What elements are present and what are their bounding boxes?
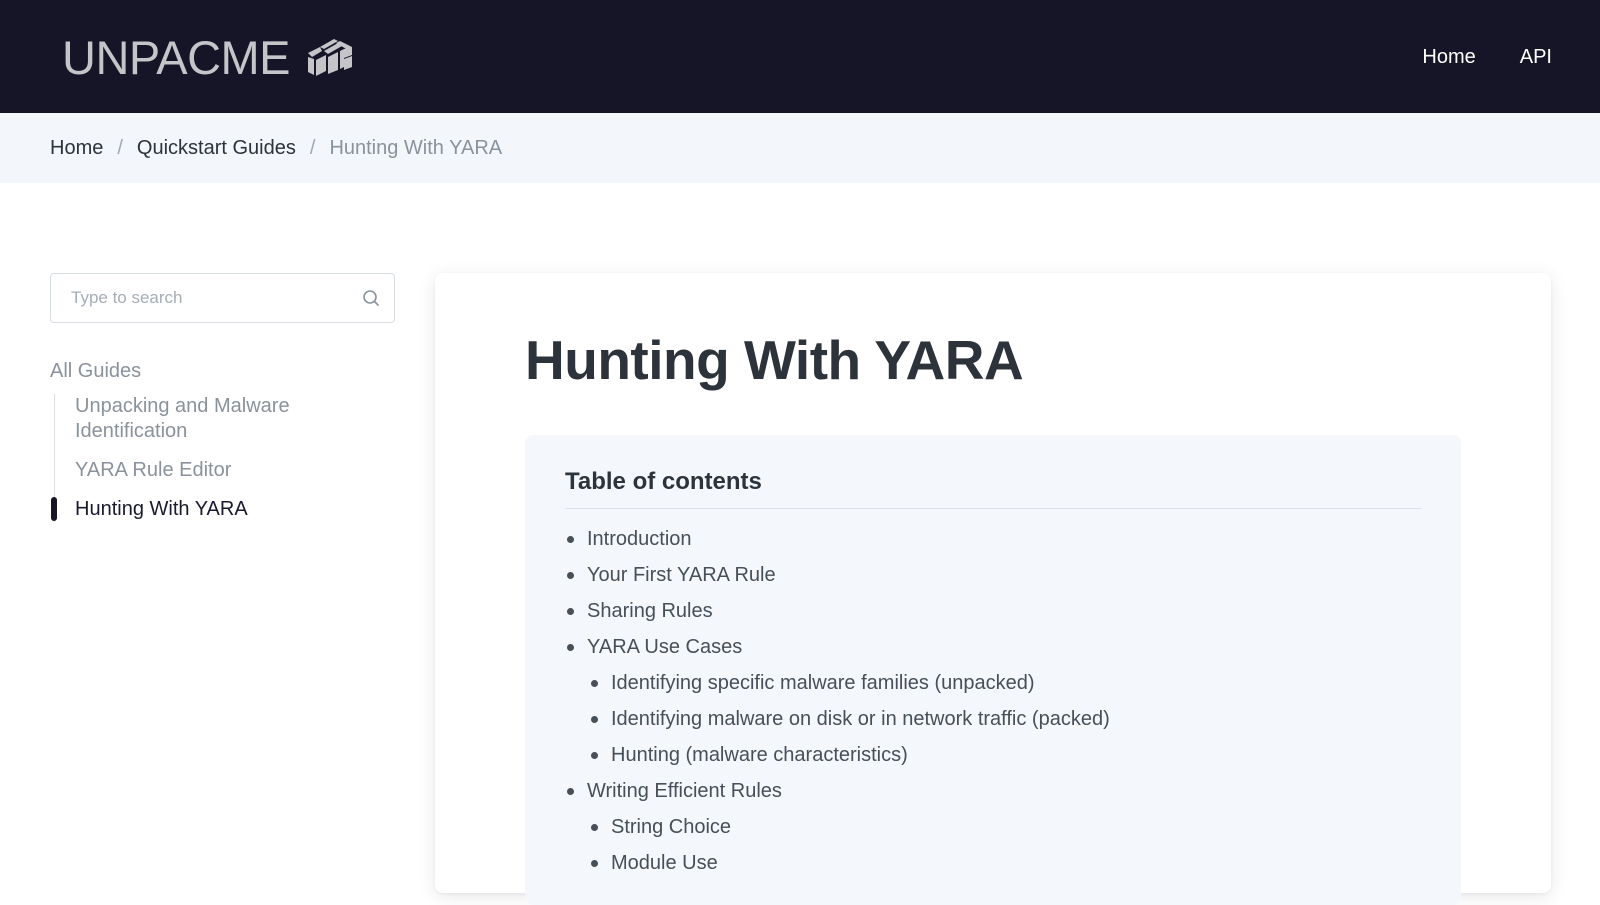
toc-link-module-use[interactable]: Module Use xyxy=(589,845,1110,881)
toc-link-introduction[interactable]: Introduction xyxy=(565,521,1110,557)
toc-list: Introduction Your First YARA Rule Sharin… xyxy=(565,521,1110,881)
page-title: Hunting With YARA xyxy=(525,329,1024,391)
top-navbar: UNPACME Home API xyxy=(0,0,1600,113)
toc-link-yara-use-cases[interactable]: YARA Use Cases Identifying specific malw… xyxy=(565,629,1110,773)
toc-sublist: String Choice Module Use xyxy=(589,809,1110,881)
sidebar-item-hunting-with-yara[interactable]: Hunting With YARA xyxy=(51,497,335,522)
table-of-contents: Table of contents Introduction Your Firs… xyxy=(525,435,1461,905)
search-input[interactable] xyxy=(51,274,351,322)
toc-heading: Table of contents xyxy=(565,468,762,495)
article-card: Hunting With YARA Table of contents Intr… xyxy=(435,273,1551,905)
toc-link-malware-families[interactable]: Identifying specific malware families (u… xyxy=(589,665,1110,701)
toc-link-label[interactable]: Writing Efficient Rules xyxy=(587,780,782,802)
brand-logo[interactable]: UNPACME xyxy=(62,30,354,86)
breadcrumb-quickstart-guides[interactable]: Quickstart Guides xyxy=(137,134,296,162)
toc-divider xyxy=(565,508,1421,509)
toc-link-label[interactable]: YARA Use Cases xyxy=(587,636,742,658)
breadcrumb-bar: Home / Quickstart Guides / Hunting With … xyxy=(0,113,1600,183)
nav-home-link[interactable]: Home xyxy=(1422,40,1475,74)
breadcrumb-separator: / xyxy=(309,137,316,159)
guides-sidebar: All Guides Unpacking and Malware Identif… xyxy=(50,358,395,536)
sidebar-group-all-guides[interactable]: All Guides xyxy=(50,358,395,384)
toc-link-string-choice[interactable]: String Choice xyxy=(589,809,1110,845)
header-nav: Home API xyxy=(1422,40,1552,74)
toc-sublist: Identifying specific malware families (u… xyxy=(589,665,1110,773)
nav-api-link[interactable]: API xyxy=(1520,40,1552,74)
toc-link-disk-network-traffic[interactable]: Identifying malware on disk or in networ… xyxy=(589,701,1110,737)
sidebar-list: Unpacking and Malware Identification YAR… xyxy=(51,394,395,522)
search-icon[interactable] xyxy=(362,289,380,307)
sidebar-item-unpacking[interactable]: Unpacking and Malware Identification xyxy=(55,394,335,444)
toc-link-hunting-characteristics[interactable]: Hunting (malware characteristics) xyxy=(589,737,1110,773)
breadcrumb-current: Hunting With YARA xyxy=(329,137,503,159)
sidebar-item-yara-rule-editor[interactable]: YARA Rule Editor xyxy=(55,458,335,483)
search-box xyxy=(50,273,395,323)
logo-text: UNPACME xyxy=(62,31,291,84)
toc-link-first-yara-rule[interactable]: Your First YARA Rule xyxy=(565,557,1110,593)
unpacme-box-icon xyxy=(308,39,353,76)
toc-link-sharing-rules[interactable]: Sharing Rules xyxy=(565,593,1110,629)
breadcrumb: Home / Quickstart Guides / Hunting With … xyxy=(50,134,502,162)
breadcrumb-separator: / xyxy=(117,137,123,159)
breadcrumb-home[interactable]: Home xyxy=(50,134,103,162)
